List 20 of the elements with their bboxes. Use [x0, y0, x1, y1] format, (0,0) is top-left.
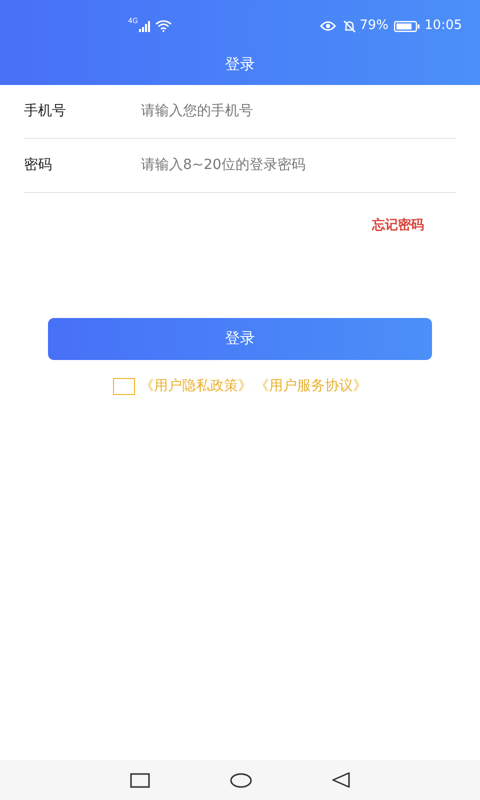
battery-percent: 79% — [360, 17, 389, 36]
signal-icon — [138, 20, 151, 32]
battery-icon — [394, 20, 420, 32]
field-label: 密码 — [24, 156, 53, 175]
field-label: 手机号 — [24, 102, 67, 121]
input-field[interactable]: 请输入您的手机号 — [141, 101, 456, 122]
eye-icon — [320, 21, 336, 31]
clock: 10:05 — [424, 17, 462, 36]
bell-off-icon — [342, 20, 356, 32]
back-icon[interactable] — [332, 772, 350, 788]
forgot-password-link[interactable]: 忘记密码 — [372, 216, 424, 236]
agreement-checkbox[interactable] — [113, 378, 135, 394]
policy-link[interactable]: 《用户隐私政策》 — [140, 376, 252, 396]
input-field[interactable]: 请输入8~20位的登录密码 — [141, 155, 456, 176]
home-icon[interactable] — [230, 772, 252, 788]
recents-icon[interactable] — [130, 772, 150, 788]
login-button[interactable]: 登录 — [48, 318, 432, 360]
page-title: 登录 — [225, 54, 255, 75]
wifi-icon — [154, 20, 172, 32]
policy-link[interactable]: 《用户服务协议》 — [255, 376, 367, 396]
